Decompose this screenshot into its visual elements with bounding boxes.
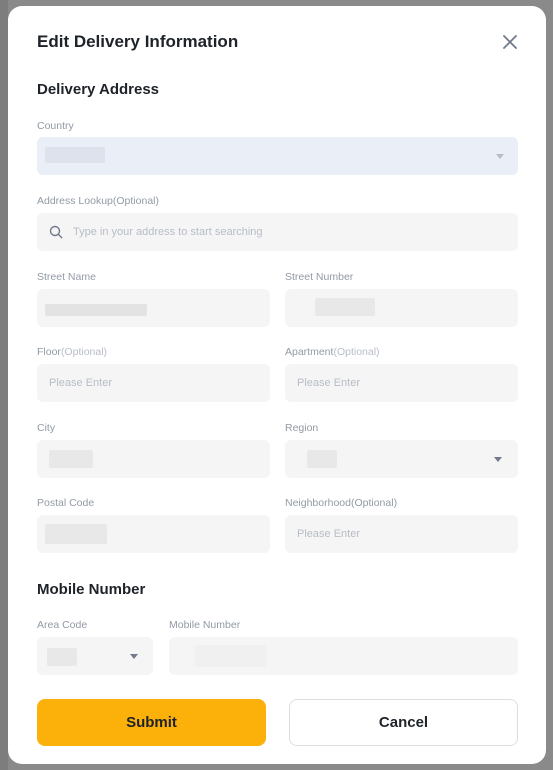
country-label: Country	[37, 120, 74, 132]
area-code-select[interactable]	[37, 637, 153, 675]
region-select[interactable]	[285, 440, 518, 478]
apartment-optional: (Optional)	[333, 346, 380, 358]
street-name-value-redacted	[45, 304, 147, 316]
city-label: City	[37, 422, 56, 434]
apartment-label-text: Apartment	[285, 346, 334, 358]
postal-code-value-redacted	[45, 524, 107, 544]
region-label: Region	[285, 422, 319, 434]
city-value-redacted	[49, 450, 93, 468]
search-icon	[49, 225, 63, 239]
neighborhood-placeholder: Please Enter	[297, 528, 360, 540]
address-lookup-optional: (Optional)	[112, 195, 159, 207]
close-button[interactable]	[498, 30, 522, 54]
neighborhood-label-text: Neighborhood	[285, 497, 351, 509]
street-number-label: Street Number	[285, 271, 354, 283]
street-name-input[interactable]	[37, 289, 270, 327]
edit-delivery-dialog: Edit Delivery Information Delivery Addre…	[8, 6, 546, 764]
floor-optional: (Optional)	[60, 346, 108, 358]
apartment-placeholder: Please Enter	[297, 377, 360, 389]
country-value-redacted	[45, 147, 105, 163]
postal-code-input[interactable]	[37, 515, 270, 553]
address-lookup-label: Address Lookup(Optional)	[37, 195, 159, 207]
postal-code-label: Postal Code	[37, 497, 95, 509]
street-number-input[interactable]	[285, 289, 518, 327]
address-lookup-placeholder: Type in your address to start searching	[73, 226, 263, 238]
close-icon	[503, 35, 517, 49]
country-select[interactable]	[37, 137, 518, 175]
mobile-number-value-redacted	[195, 645, 267, 667]
street-name-label: Street Name	[37, 271, 96, 283]
floor-label-text: Floor	[37, 346, 61, 358]
mobile-number-input[interactable]	[169, 637, 518, 675]
mobile-number-heading: Mobile Number	[37, 581, 146, 598]
floor-placeholder: Please Enter	[49, 377, 112, 389]
city-input[interactable]	[37, 440, 270, 478]
address-lookup-label-text: Address Lookup	[37, 195, 113, 207]
dialog-title: Edit Delivery Information	[37, 32, 239, 51]
apartment-input[interactable]: Please Enter	[285, 364, 518, 402]
neighborhood-optional: (Optional)	[350, 497, 398, 509]
address-lookup-input[interactable]: Type in your address to start searching	[37, 213, 518, 251]
floor-input[interactable]: Please Enter	[37, 364, 270, 402]
street-number-value-redacted	[315, 298, 375, 316]
neighborhood-input[interactable]: Please Enter	[285, 515, 518, 553]
chevron-down-icon	[496, 154, 504, 159]
neighborhood-label: Neighborhood(Optional)	[285, 497, 397, 509]
delivery-address-heading: Delivery Address	[37, 81, 160, 98]
cancel-button[interactable]: Cancel	[289, 699, 518, 746]
chevron-down-icon	[494, 457, 502, 462]
region-value-redacted	[307, 450, 337, 468]
submit-button[interactable]: Submit	[37, 699, 266, 746]
mobile-number-label: Mobile Number	[169, 619, 241, 631]
area-code-value-redacted	[47, 648, 77, 666]
area-code-label: Area Code	[37, 619, 88, 631]
backdrop	[0, 0, 8, 770]
apartment-label: Apartment(Optional)	[285, 346, 380, 358]
chevron-down-icon	[130, 654, 138, 659]
floor-label: Floor(Optional)	[37, 346, 107, 358]
